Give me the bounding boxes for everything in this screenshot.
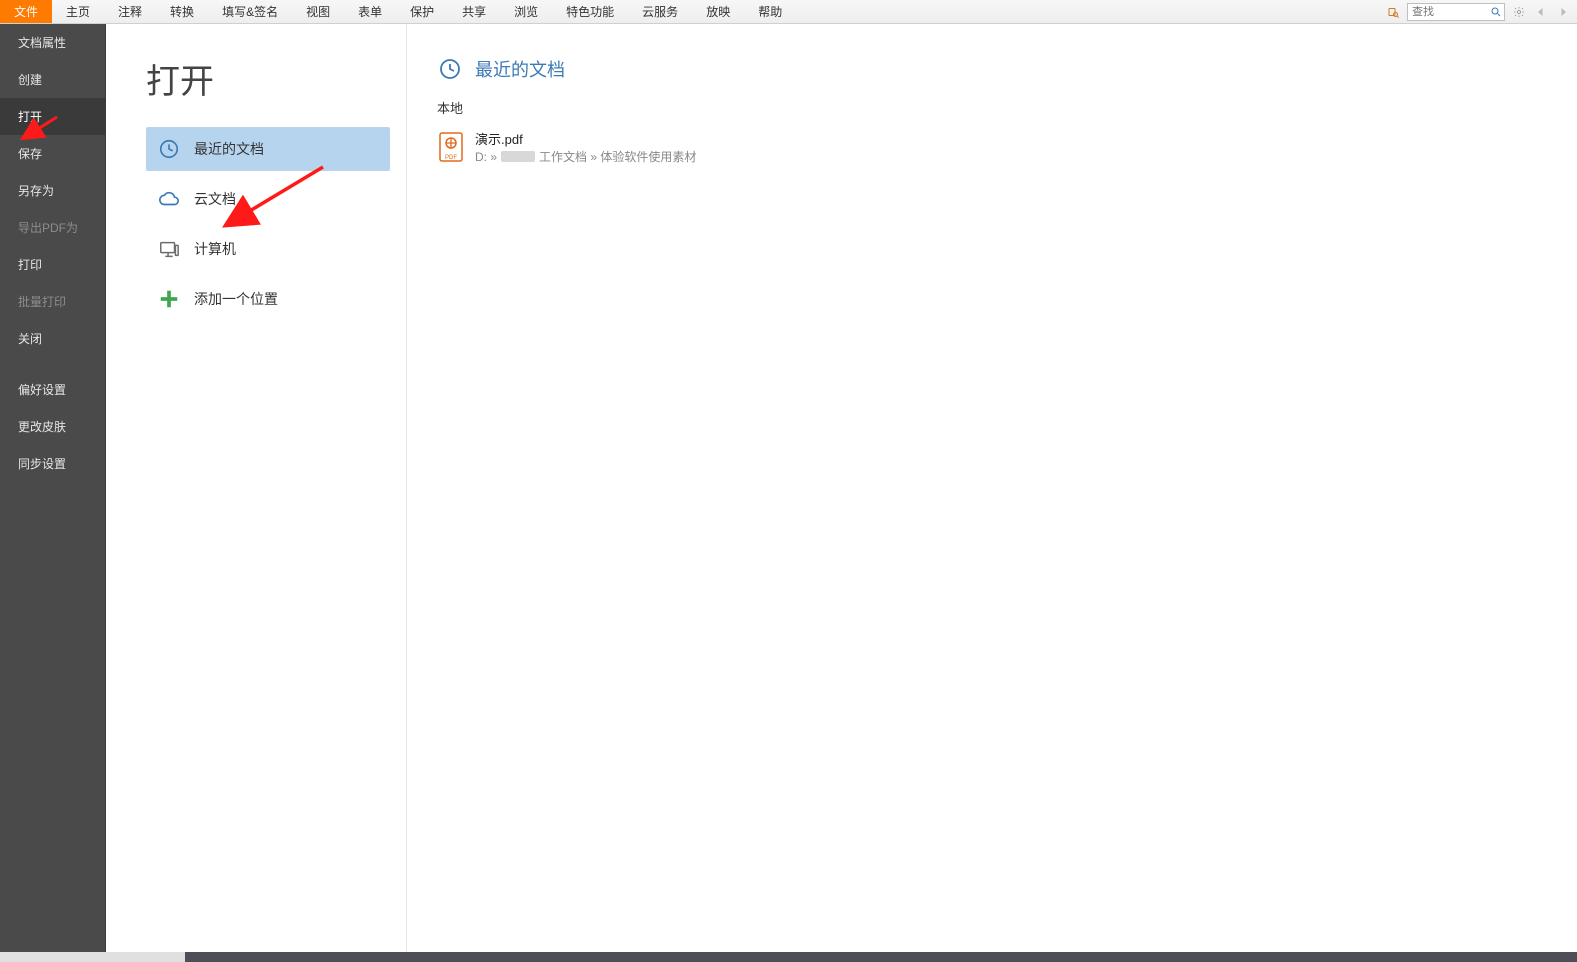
nav-prev-icon[interactable] (1533, 4, 1549, 20)
recent-section-title: 最近的文档 (475, 56, 565, 82)
sidebar-item-print[interactable]: 打印 (0, 246, 105, 283)
pdf-file-icon: PDF (437, 129, 465, 165)
location-computer[interactable]: 计算机 (146, 227, 390, 271)
recent-files-panel: 最近的文档 本地 PDF 演示.pdf D: » 工作文档 » 体验软件使用素材 (406, 24, 1577, 962)
menu-tab-share[interactable]: 共享 (448, 0, 500, 23)
menu-tab-protect[interactable]: 保护 (396, 0, 448, 23)
sidebar-item-save[interactable]: 保存 (0, 135, 105, 172)
sidebar-item-preferences[interactable]: 偏好设置 (0, 371, 105, 408)
location-cloud[interactable]: 云文档 (146, 177, 390, 221)
find-icon[interactable] (1385, 4, 1401, 20)
menu-tab-home[interactable]: 主页 (52, 0, 104, 23)
sidebar-item-close[interactable]: 关闭 (0, 320, 105, 357)
open-panel-title: 打开 (146, 54, 388, 103)
location-label: 云文档 (194, 189, 236, 209)
plus-icon (156, 286, 182, 312)
sidebar-item-docprops[interactable]: 文档属性 (0, 24, 105, 61)
status-bar (0, 952, 1577, 962)
search-icon[interactable] (1488, 4, 1504, 20)
sidebar-item-open[interactable]: 打开 (0, 98, 105, 135)
top-menubar: 文件 主页 注释 转换 填写&签名 视图 表单 保护 共享 浏览 特色功能 云服… (0, 0, 1577, 24)
clock-icon (437, 56, 463, 82)
sidebar-item-skin[interactable]: 更改皮肤 (0, 408, 105, 445)
recent-file-name: 演示.pdf (475, 129, 696, 148)
file-menu-sidebar: 文档属性 创建 打开 保存 另存为 导出PDF为 打印 批量打印 关闭 偏好设置… (0, 24, 106, 962)
menu-tab-features[interactable]: 特色功能 (552, 0, 628, 23)
menu-tab-comment[interactable]: 注释 (104, 0, 156, 23)
sidebar-item-exportpdf: 导出PDF为 (0, 209, 105, 246)
settings-dropdown-icon[interactable] (1511, 4, 1527, 20)
clock-icon (156, 136, 182, 162)
menu-tab-slideshow[interactable]: 放映 (692, 0, 744, 23)
sidebar-item-sync[interactable]: 同步设置 (0, 445, 105, 482)
search-input[interactable] (1408, 6, 1488, 18)
open-locations-panel: 打开 最近的文档 云文档 计算机 添加一个位置 (106, 24, 406, 962)
location-label: 添加一个位置 (194, 289, 278, 309)
recent-group-label: 本地 (437, 98, 1577, 117)
menu-tab-fillsign[interactable]: 填写&签名 (208, 0, 292, 23)
location-add[interactable]: 添加一个位置 (146, 277, 390, 321)
search-box[interactable] (1407, 3, 1505, 21)
menu-tab-cloud[interactable]: 云服务 (628, 0, 692, 23)
recent-file-row[interactable]: PDF 演示.pdf D: » 工作文档 » 体验软件使用素材 (437, 125, 1577, 169)
location-label: 计算机 (194, 239, 236, 259)
sidebar-item-batchprint: 批量打印 (0, 283, 105, 320)
svg-text:PDF: PDF (445, 155, 457, 161)
recent-section-head: 最近的文档 (437, 56, 1577, 82)
cloud-icon (156, 186, 182, 212)
menu-tab-convert[interactable]: 转换 (156, 0, 208, 23)
menu-tab-file[interactable]: 文件 (0, 0, 52, 23)
menu-tab-form[interactable]: 表单 (344, 0, 396, 23)
nav-next-icon[interactable] (1555, 4, 1571, 20)
computer-icon (156, 236, 182, 262)
sidebar-item-saveas[interactable]: 另存为 (0, 172, 105, 209)
location-recent[interactable]: 最近的文档 (146, 127, 390, 171)
sidebar-item-create[interactable]: 创建 (0, 61, 105, 98)
menu-tab-view[interactable]: 视图 (292, 0, 344, 23)
redacted-segment (501, 151, 535, 162)
menubar-spacer (796, 0, 1385, 23)
menu-tab-browse[interactable]: 浏览 (500, 0, 552, 23)
recent-file-path: D: » 工作文档 » 体验软件使用素材 (475, 148, 696, 165)
menu-tab-help[interactable]: 帮助 (744, 0, 796, 23)
location-label: 最近的文档 (194, 139, 264, 159)
